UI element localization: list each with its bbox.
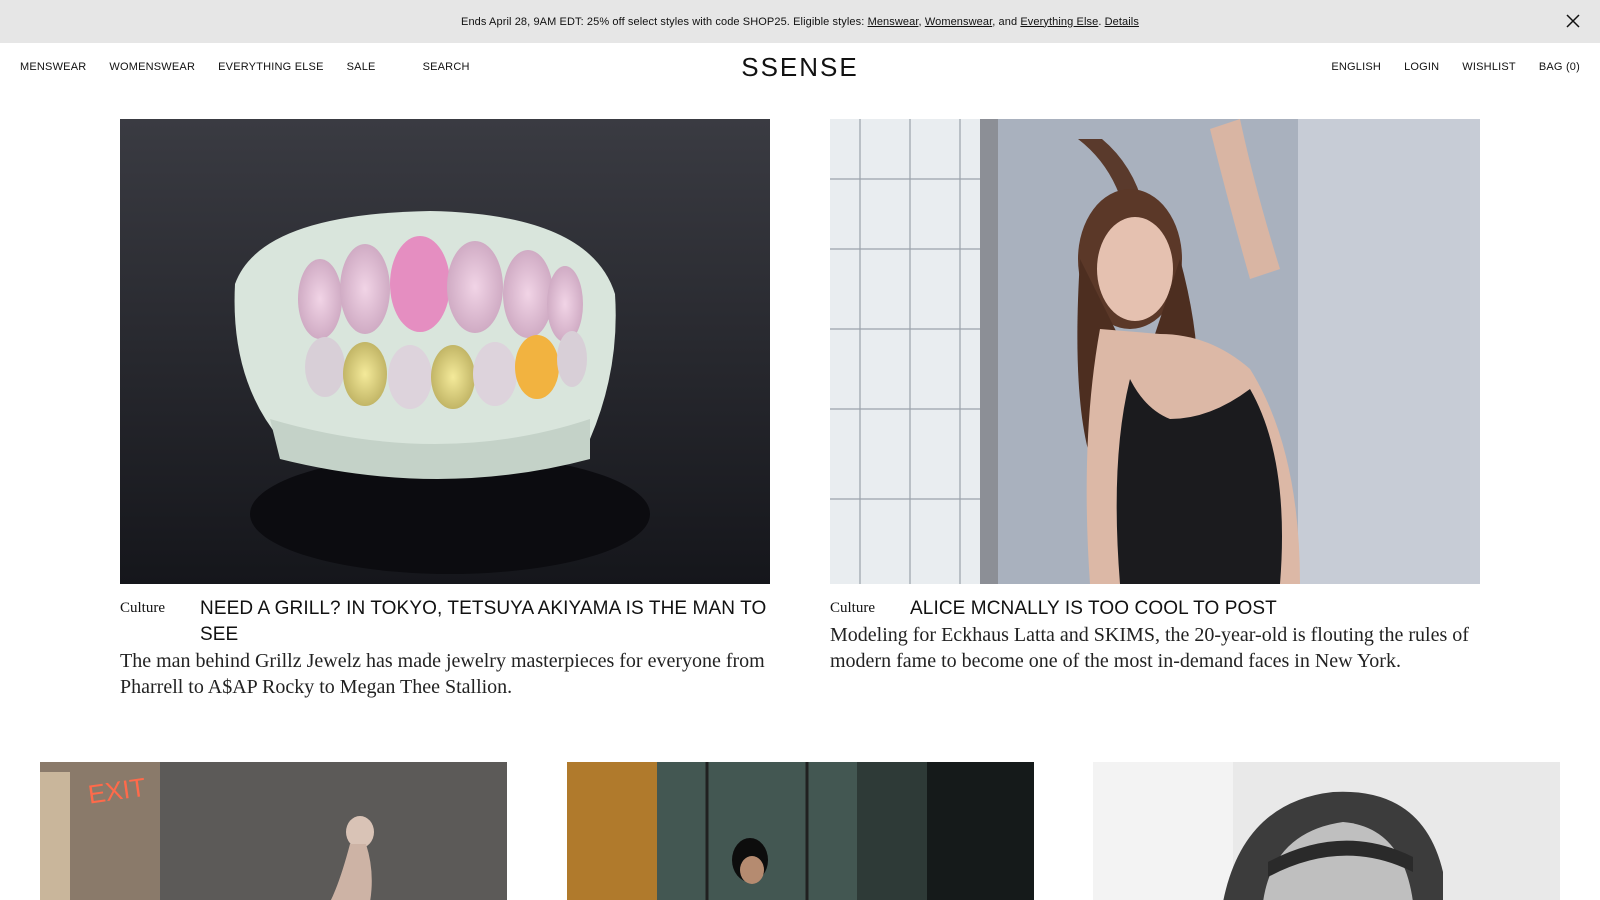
promo-link-details[interactable]: Details — [1105, 16, 1139, 28]
feature-description: The man behind Grillz Jewelz has made je… — [120, 650, 765, 698]
logo[interactable]: SSENSE — [741, 52, 859, 82]
nav-wishlist[interactable]: WISHLIST — [1462, 61, 1516, 73]
promo-text: Ends April 28, 9AM EDT: 25% off select s… — [461, 16, 1139, 28]
promo-link-womenswear[interactable]: Womenswear — [925, 16, 992, 28]
feature-image-portrait[interactable] — [830, 119, 1480, 584]
nav-language[interactable]: ENGLISH — [1331, 61, 1381, 73]
promo-text-prefix: Ends April 28, 9AM EDT: 25% off select s… — [461, 15, 868, 28]
feature-category[interactable]: Culture — [120, 596, 200, 648]
feature-category[interactable]: Culture — [830, 596, 910, 622]
promo-link-everything-else[interactable]: Everything Else — [1020, 16, 1098, 28]
nav-right: ENGLISH LOGIN WISHLIST BAG (0) — [1308, 61, 1580, 73]
thumb-photo-portrait-bw — [1093, 762, 1560, 900]
nav-bag[interactable]: BAG (0) — [1539, 61, 1580, 73]
grill-photo — [120, 119, 770, 584]
feature-image-grill[interactable] — [120, 119, 770, 584]
close-icon[interactable] — [1564, 12, 1582, 30]
thumb-photo-storefront — [567, 762, 1034, 900]
feature-meta: Culture ALICE MCNALLY IS TOO COOL TO POS… — [830, 596, 1480, 622]
article-thumbnail[interactable]: EXIT — [40, 762, 507, 900]
feature-card[interactable]: Culture NEED A GRILL? IN TOKYO, TETSUYA … — [120, 119, 770, 700]
thumb-photo-exit: EXIT — [40, 762, 507, 900]
article-thumbnail[interactable] — [1093, 762, 1560, 900]
feature-card[interactable]: Culture ALICE MCNALLY IS TOO COOL TO POS… — [830, 119, 1480, 674]
main-nav: MENSWEAR WOMENSWEAR EVERYTHING ELSE SALE… — [0, 43, 1600, 93]
promo-banner: Ends April 28, 9AM EDT: 25% off select s… — [0, 0, 1600, 43]
promo-sep: , and — [992, 15, 1021, 28]
article-thumbnail[interactable] — [567, 762, 1034, 900]
feature-description: Modeling for Eckhaus Latta and SKIMS, th… — [830, 624, 1469, 672]
promo-link-menswear[interactable]: Menswear — [868, 16, 919, 28]
nav-login[interactable]: LOGIN — [1404, 61, 1439, 73]
feature-title[interactable]: ALICE MCNALLY IS TOO COOL TO POST — [910, 596, 1277, 622]
feature-meta: Culture NEED A GRILL? IN TOKYO, TETSUYA … — [120, 596, 770, 648]
feature-title[interactable]: NEED A GRILL? IN TOKYO, TETSUYA AKIYAMA … — [200, 596, 770, 648]
portrait-photo — [830, 119, 1480, 584]
